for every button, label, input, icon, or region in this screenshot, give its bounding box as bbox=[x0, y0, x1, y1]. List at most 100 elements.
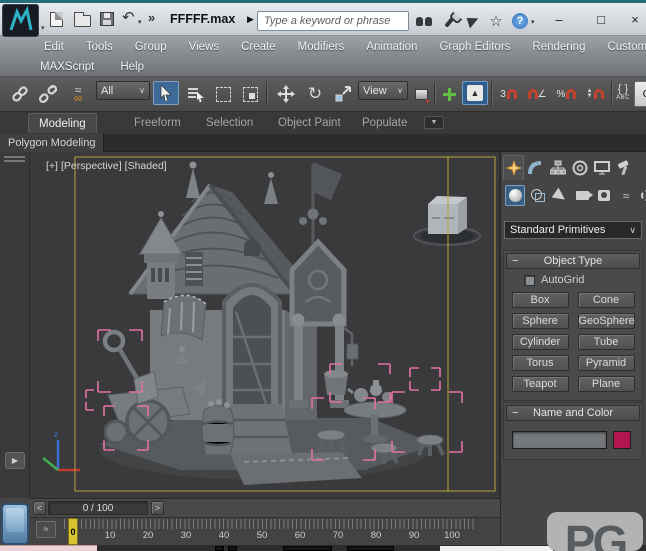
viewport-menu-shading[interactable]: [Shaded] bbox=[125, 160, 167, 172]
teapot-button[interactable]: Teapot bbox=[512, 376, 569, 392]
menu-modifiers[interactable]: Modifiers bbox=[298, 41, 345, 53]
undo-caret-icon[interactable]: ▾ bbox=[138, 18, 142, 26]
cylinder-button[interactable]: Cylinder bbox=[512, 334, 569, 350]
select-and-manipulate-icon[interactable] bbox=[438, 81, 460, 107]
use-pivot-point-center-icon[interactable] bbox=[410, 81, 432, 107]
select-and-scale-icon[interactable] bbox=[330, 81, 356, 107]
category-shapes-icon[interactable] bbox=[528, 185, 548, 206]
time-slider[interactable]: 0 / 100 bbox=[48, 501, 148, 515]
collapse-icon[interactable]: − bbox=[512, 406, 518, 421]
mini-curve-editor-button[interactable]: ≈ bbox=[36, 521, 56, 538]
snap-toggle-3d-icon[interactable]: 3 bbox=[495, 81, 522, 107]
geosphere-button[interactable]: GeoSphere bbox=[578, 313, 635, 329]
ribbon-tab-freeform[interactable]: Freeform bbox=[124, 113, 191, 133]
ribbon-options-dropdown-icon[interactable]: ▼ bbox=[424, 116, 444, 129]
menu-help[interactable]: Help bbox=[120, 61, 144, 73]
close-button[interactable]: × bbox=[622, 10, 646, 30]
object-color-swatch[interactable] bbox=[613, 431, 631, 449]
reference-coordinate-dropdown[interactable]: View ∨ bbox=[358, 81, 408, 100]
open-file-icon[interactable] bbox=[74, 15, 91, 27]
category-geometry-icon[interactable] bbox=[505, 185, 525, 206]
edit-named-selection-sets-icon[interactable]: { } ABC bbox=[614, 81, 632, 107]
logo-dropdown-caret-icon[interactable]: ▾ bbox=[41, 24, 45, 32]
tab-utilities-icon[interactable] bbox=[613, 155, 634, 180]
object-name-input[interactable] bbox=[512, 431, 607, 449]
ribbon-tab-modeling[interactable]: Modeling bbox=[28, 113, 97, 133]
undo-icon[interactable]: ↶ bbox=[122, 8, 135, 26]
communication-center-icon[interactable] bbox=[462, 11, 484, 31]
menu-rendering[interactable]: Rendering bbox=[532, 41, 585, 53]
sphere-button[interactable]: Sphere bbox=[512, 313, 569, 329]
toolbar-overflow-icon[interactable]: » bbox=[148, 10, 155, 25]
percent-snap-toggle-icon[interactable]: % bbox=[553, 81, 580, 107]
spinner-snap-toggle-icon[interactable]: ▲▼ bbox=[582, 81, 609, 107]
category-helpers-icon[interactable] bbox=[594, 185, 614, 206]
angle-snap-toggle-icon[interactable]: ∠ bbox=[524, 81, 551, 107]
tab-hierarchy-icon[interactable] bbox=[547, 155, 568, 180]
help-caret-icon[interactable]: ▾ bbox=[531, 18, 535, 26]
autogrid-checkbox[interactable] bbox=[524, 275, 535, 286]
viewport-menu-view[interactable]: [Perspective] bbox=[61, 160, 122, 172]
menu-edit[interactable]: Edit bbox=[44, 41, 64, 53]
expand-panel-button[interactable]: ▶ bbox=[5, 452, 25, 469]
maximize-button[interactable]: □ bbox=[588, 10, 614, 30]
menu-customize[interactable]: Customize bbox=[607, 41, 646, 53]
viewport-menu-plus[interactable]: [+] bbox=[46, 160, 58, 172]
object-type-header[interactable]: − Object Type bbox=[506, 253, 640, 269]
primitives-dropdown[interactable]: Standard Primitives ∨ bbox=[504, 221, 642, 239]
corner-navigation-button[interactable] bbox=[1, 503, 29, 545]
select-by-name-icon[interactable] bbox=[183, 81, 209, 107]
keyboard-shortcut-override-toggle[interactable]: ▲ bbox=[462, 81, 488, 105]
polygon-modeling-panel-label[interactable]: Polygon Modeling bbox=[0, 134, 104, 152]
menu-group[interactable]: Group bbox=[135, 41, 167, 53]
name-color-header[interactable]: − Name and Color bbox=[506, 405, 640, 421]
window-crossing-toggle-icon[interactable] bbox=[238, 81, 262, 107]
track-bar[interactable]: ≈ 0 10 20 30 40 50 60 70 80 90 100 bbox=[30, 517, 500, 545]
cone-button[interactable]: Cone bbox=[578, 292, 635, 308]
select-and-rotate-icon[interactable]: ↻ bbox=[302, 81, 328, 107]
category-lights-icon[interactable] bbox=[550, 185, 570, 206]
box-button[interactable]: Box bbox=[512, 292, 569, 308]
search-binoculars-icon[interactable] bbox=[413, 11, 435, 31]
bind-to-space-warp-icon[interactable]: ≈ ∞ bbox=[64, 81, 92, 107]
current-frame-marker[interactable]: 0 bbox=[68, 518, 78, 545]
previous-frame-button[interactable]: < bbox=[33, 501, 46, 515]
tab-modify-icon[interactable] bbox=[525, 155, 546, 180]
favorites-star-icon[interactable]: ☆ bbox=[485, 11, 507, 31]
select-object-button[interactable] bbox=[153, 81, 179, 105]
category-systems-icon[interactable] bbox=[636, 185, 646, 206]
collapse-icon[interactable]: − bbox=[512, 254, 518, 269]
menu-graph-editors[interactable]: Graph Editors bbox=[439, 41, 510, 53]
wrench-icon[interactable] bbox=[439, 11, 461, 31]
maxscript-mini-listener[interactable] bbox=[0, 545, 97, 551]
pyramid-button[interactable]: Pyramid bbox=[578, 355, 635, 371]
select-and-move-icon[interactable] bbox=[272, 81, 300, 107]
category-cameras-icon[interactable] bbox=[572, 185, 592, 206]
unlink-selection-icon[interactable] bbox=[36, 81, 60, 107]
torus-button[interactable]: Torus bbox=[512, 355, 569, 371]
app-logo-icon[interactable] bbox=[2, 4, 39, 37]
coordinate-field-x[interactable] bbox=[283, 546, 332, 551]
menu-create[interactable]: Create bbox=[241, 41, 276, 53]
next-frame-button[interactable]: > bbox=[151, 501, 164, 515]
ribbon-tab-populate[interactable]: Populate bbox=[352, 113, 417, 133]
perspective-viewport[interactable]: [+] [Perspective] [Shaded] bbox=[30, 152, 500, 498]
ribbon-tab-object-paint[interactable]: Object Paint bbox=[268, 113, 351, 133]
create-selection-set-button[interactable]: Crea bbox=[634, 81, 646, 107]
tab-motion-icon[interactable] bbox=[569, 155, 590, 180]
save-file-icon[interactable] bbox=[100, 12, 114, 26]
tube-button[interactable]: Tube bbox=[578, 334, 635, 350]
rectangular-selection-region-icon[interactable] bbox=[211, 81, 235, 107]
select-and-link-icon[interactable] bbox=[8, 81, 32, 107]
menu-tools[interactable]: Tools bbox=[86, 41, 113, 53]
plane-button[interactable]: Plane bbox=[578, 376, 635, 392]
help-icon[interactable]: ? bbox=[509, 11, 531, 31]
menu-animation[interactable]: Animation bbox=[366, 41, 417, 53]
menu-views[interactable]: Views bbox=[189, 41, 219, 53]
menu-maxscript[interactable]: MAXScript bbox=[40, 61, 94, 73]
category-space-warps-icon[interactable]: ≈ bbox=[616, 185, 636, 206]
new-file-icon[interactable] bbox=[50, 12, 63, 27]
selection-filter-dropdown[interactable]: All ∨ bbox=[96, 81, 150, 100]
minimize-button[interactable]: – bbox=[546, 10, 572, 30]
tab-create-icon[interactable] bbox=[503, 155, 524, 180]
